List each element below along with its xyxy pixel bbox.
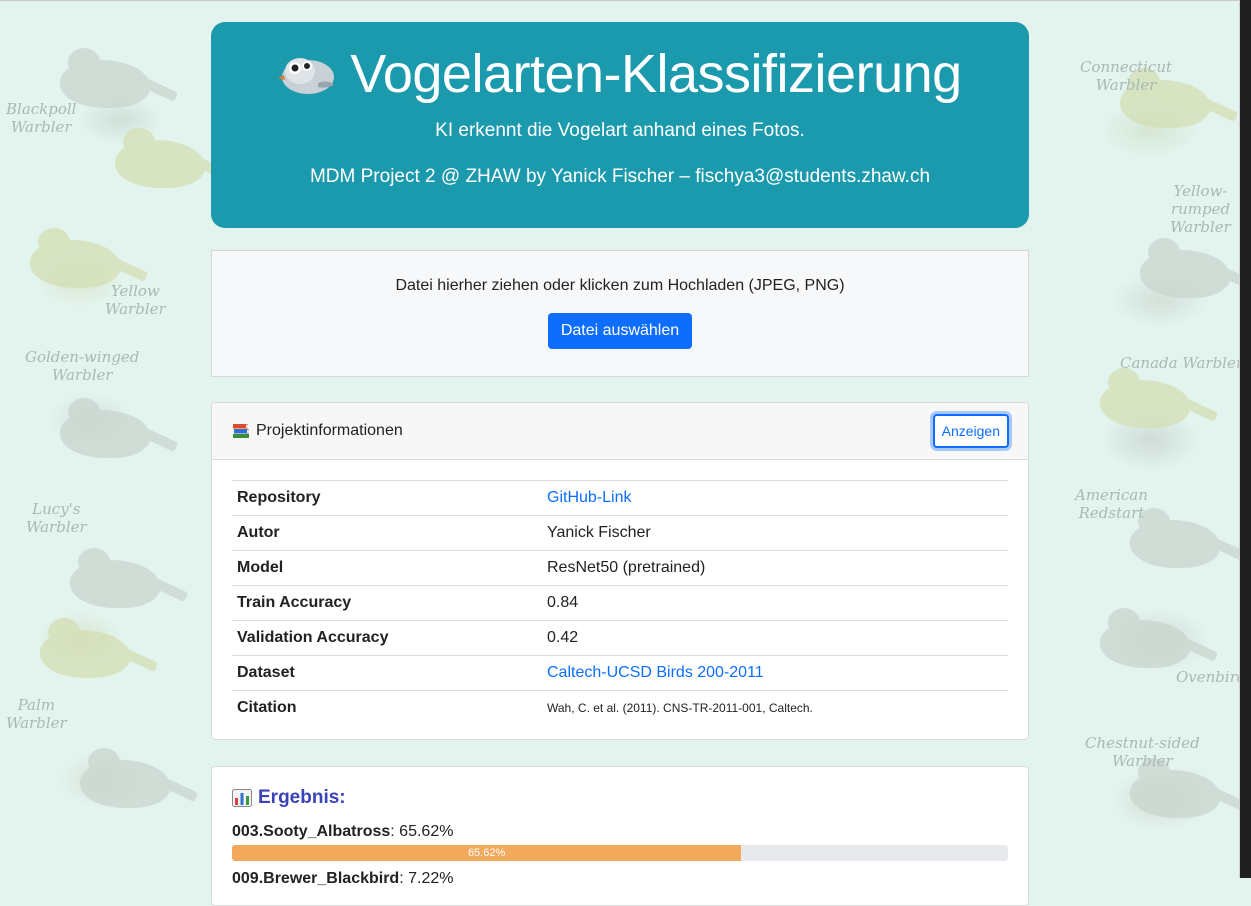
bg-bird-label: Canada Warbler xyxy=(1120,354,1244,372)
project-info-table: Repository GitHub-Link Autor Yanick Fisc… xyxy=(232,480,1008,725)
bird-illustration xyxy=(1140,238,1251,298)
info-value: 0.84 xyxy=(542,585,1008,621)
table-row: Citation Wah, C. et al. (2011). CNS-TR-2… xyxy=(232,690,1008,725)
prediction-label: 009.Brewer_Blackbird xyxy=(232,870,400,887)
bird-illustration xyxy=(1130,508,1249,568)
bg-bird-label: Yellow Warbler xyxy=(105,282,166,318)
info-value: Yanick Fischer xyxy=(542,515,1008,551)
table-row: Train Accuracy 0.84 xyxy=(232,585,1008,621)
info-key: Model xyxy=(232,550,542,586)
prediction-line: 009.Brewer_Blackbird: 7.22% xyxy=(232,870,1008,888)
upload-hint: Datei hierher ziehen oder klicken zum Ho… xyxy=(395,277,845,294)
bg-bird-label: Golden-winged Warbler xyxy=(25,348,140,384)
info-key: Citation xyxy=(232,690,542,725)
bird-illustration xyxy=(1100,608,1219,668)
bar-chart-icon xyxy=(232,789,252,807)
bird-illustration xyxy=(1130,758,1249,818)
bird-illustration xyxy=(60,398,179,458)
info-value: GitHub-Link xyxy=(542,480,1008,516)
project-info-header: Projektinformationen Anzeigen xyxy=(212,403,1028,460)
bg-bird-label: Blackpoll Warbler xyxy=(6,100,77,136)
bg-bird-label: Lucy's Warbler xyxy=(26,500,87,536)
info-key: Train Accuracy xyxy=(232,585,542,621)
bird-illustration xyxy=(80,748,199,808)
project-info-title: Projektinformationen xyxy=(232,422,403,440)
table-row: Model ResNet50 (pretrained) xyxy=(232,550,1008,586)
prediction-bar-fill: 65.62% xyxy=(232,845,742,861)
table-row: Autor Yanick Fischer xyxy=(232,515,1008,551)
prediction-line: 003.Sooty_Albatross: 65.62% xyxy=(232,823,1008,841)
info-value: 0.42 xyxy=(542,620,1008,656)
bg-bird-label: Chestnut-sided Warbler xyxy=(1085,734,1200,770)
upload-dropzone[interactable]: Datei hierher ziehen oder klicken zum Ho… xyxy=(211,250,1029,377)
citation-value: Wah, C. et al. (2011). CNS-TR-2011-001, … xyxy=(542,690,1008,725)
github-link[interactable]: GitHub-Link xyxy=(547,489,631,506)
window-top-border xyxy=(0,0,1251,1)
prediction-score: : 7.22% xyxy=(399,870,454,887)
info-key: Autor xyxy=(232,515,542,551)
subtitle: KI erkennt die Vogelart anhand eines Fot… xyxy=(435,120,805,141)
info-key: Validation Accuracy xyxy=(232,620,542,656)
table-row: Repository GitHub-Link xyxy=(232,480,1008,516)
table-row: Validation Accuracy 0.42 xyxy=(232,620,1008,656)
books-icon xyxy=(233,424,249,438)
bg-bird-label: Ovenbird xyxy=(1176,668,1247,686)
bg-bird-label: American Redstart xyxy=(1075,486,1148,522)
window-edge-dark xyxy=(1240,0,1251,878)
info-value: Caltech-UCSD Birds 200-2011 xyxy=(542,655,1008,691)
header-banner: Vogelarten-Klassifizierung KI erkennt di… xyxy=(211,22,1029,228)
bird-illustration xyxy=(30,228,149,288)
bg-bird-label: Connecticut Warbler xyxy=(1080,58,1173,94)
prediction-score: : 65.62% xyxy=(390,823,454,840)
dataset-link[interactable]: Caltech-UCSD Birds 200-2011 xyxy=(547,664,764,681)
bird-illustration xyxy=(40,618,159,678)
bird-illustration xyxy=(115,128,234,188)
bg-bird-label: Palm Warbler xyxy=(6,696,67,732)
bird-illustration xyxy=(70,548,189,608)
author-line: MDM Project 2 @ ZHAW by Yanick Fischer –… xyxy=(309,166,931,187)
project-info-title-text: Projektinformationen xyxy=(256,422,403,439)
bird-illustration xyxy=(1100,368,1219,428)
main-container: Vogelarten-Klassifizierung KI erkennt di… xyxy=(211,22,1029,906)
choose-file-button[interactable]: Datei auswählen xyxy=(547,313,693,349)
result-card: Ergebnis: 003.Sooty_Albatross: 65.62% 65… xyxy=(211,766,1029,906)
info-key: Dataset xyxy=(232,655,542,691)
page-title: Vogelarten-Klassifizierung xyxy=(211,42,1029,106)
result-title: Ergebnis: xyxy=(232,787,1008,809)
toggle-info-button[interactable]: Anzeigen xyxy=(932,414,1009,448)
info-key: Repository xyxy=(232,480,542,516)
project-info-card: Projektinformationen Anzeigen Repository… xyxy=(211,402,1029,740)
title-text: Vogelarten-Klassifizierung xyxy=(350,44,962,104)
prediction-bar: 65.62% xyxy=(232,845,1008,861)
result-title-text: Ergebnis: xyxy=(258,787,346,808)
bird-icon xyxy=(278,58,335,94)
table-row: Dataset Caltech-UCSD Birds 200-2011 xyxy=(232,655,1008,691)
prediction-label: 003.Sooty_Albatross xyxy=(232,823,391,840)
bg-bird-label: Yellow-rumped Warbler xyxy=(1170,182,1231,236)
info-value: ResNet50 (pretrained) xyxy=(542,550,1008,586)
